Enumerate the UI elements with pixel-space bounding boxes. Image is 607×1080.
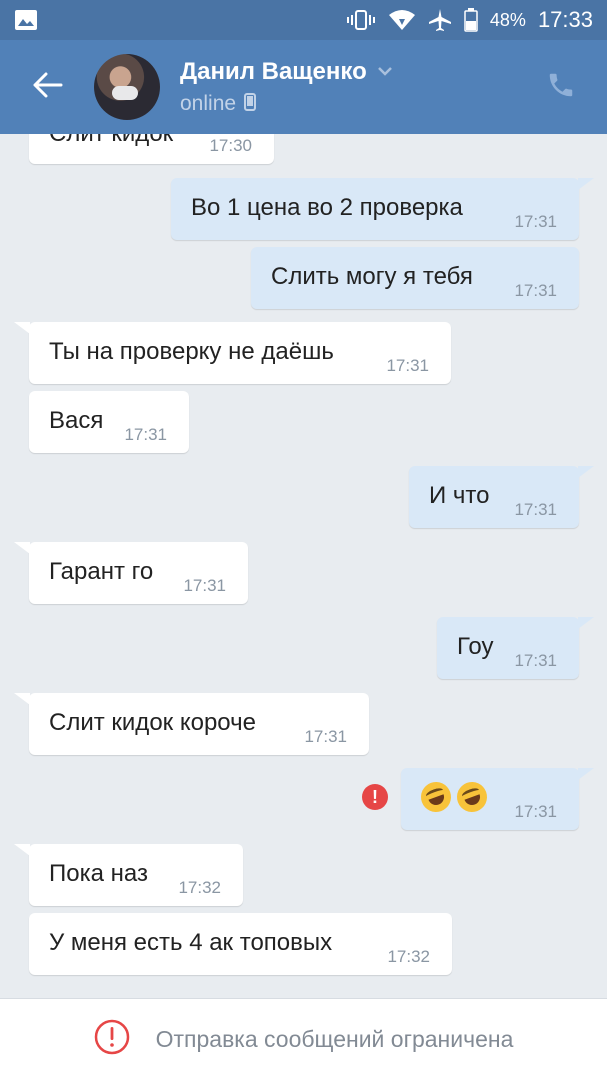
message-text: Слит кидок короче (49, 709, 256, 736)
message-emoji (416, 777, 493, 817)
send-error-icon[interactable]: ! (362, 784, 388, 810)
message-time: 17:31 (386, 356, 429, 375)
chat-header: Данил Ващенко online (0, 40, 607, 134)
battery-level: 48% (489, 9, 526, 30)
bubble-tail (14, 542, 30, 554)
message-outgoing[interactable]: И что 17:31 (409, 466, 579, 528)
clock: 17:33 (537, 7, 593, 32)
message-incoming[interactable]: У меня есть 4 ак топовых 17:32 (29, 913, 452, 975)
message-text: Гоу (457, 633, 494, 660)
message-time: 17:31 (514, 500, 557, 519)
message-incoming[interactable]: Гарант го 17:31 (29, 542, 248, 604)
alert-circle-icon (94, 1019, 130, 1060)
message-outgoing[interactable]: Слить могу я тебя 17:31 (251, 247, 579, 309)
message-time: 17:31 (514, 802, 557, 821)
message-incoming[interactable]: Слит кидок 17:30 (29, 134, 274, 164)
message-incoming[interactable]: Слит кидок короче 17:31 (29, 693, 369, 755)
call-button[interactable] (515, 40, 607, 134)
message-text: Слит кидок (49, 134, 173, 146)
bubble-tail (14, 844, 30, 856)
chevron-down-icon (377, 63, 393, 81)
status-bar: 48% 17:33 (0, 0, 607, 40)
contact-name: Данил Ващенко (180, 58, 367, 85)
message-incoming[interactable]: Ты на проверку не даёшь 17:31 (29, 322, 451, 384)
bubble-tail (578, 466, 594, 478)
bubble-tail (578, 768, 594, 780)
rofl-emoji (416, 777, 456, 817)
message-time: 17:31 (304, 727, 347, 746)
battery-icon (464, 8, 478, 32)
message-time: 17:31 (183, 576, 226, 595)
contact-info[interactable]: Данил Ващенко online (180, 58, 393, 116)
mobile-icon (244, 92, 257, 116)
bubble-tail (578, 178, 594, 190)
message-time: 17:31 (514, 651, 557, 670)
message-outgoing[interactable]: Во 1 цена во 2 проверка 17:31 (171, 178, 579, 240)
bubble-tail (578, 617, 594, 629)
message-text: Слить могу я тебя (271, 263, 473, 290)
message-outgoing[interactable]: Гоу 17:31 (437, 617, 579, 679)
message-time: 17:32 (178, 878, 221, 897)
vibrate-icon (346, 9, 376, 31)
message-time: 17:31 (514, 281, 557, 300)
message-time: 17:31 (514, 212, 557, 231)
contact-status: online (180, 92, 237, 115)
messaging-restricted-bar: Отправка сообщений ограничена (0, 998, 607, 1080)
message-time: 17:31 (124, 425, 167, 444)
message-text: Пока наз (49, 860, 148, 887)
message-outgoing[interactable]: 17:31 (401, 768, 579, 830)
message-text: Гарант го (49, 558, 154, 585)
phone-icon (546, 70, 576, 105)
message-text: Вася (49, 407, 104, 434)
message-incoming[interactable]: Пока наз 17:32 (29, 844, 243, 906)
message-text: У меня есть 4 ак топовых (49, 929, 333, 956)
back-button[interactable] (0, 40, 96, 134)
image-icon (14, 9, 38, 31)
message-time: 17:32 (387, 947, 430, 966)
message-text: Ты на проверку не даёшь (49, 338, 334, 365)
wifi-icon (388, 9, 416, 31)
bubble-tail (14, 693, 30, 705)
airplane-icon (428, 8, 452, 32)
message-time: 17:30 (209, 136, 252, 155)
message-text: Во 1 цена во 2 проверка (191, 194, 463, 221)
restriction-message: Отправка сообщений ограничена (155, 1026, 514, 1052)
bubble-tail (14, 322, 30, 334)
back-arrow-icon (33, 72, 63, 103)
message-text: И что (429, 482, 490, 509)
avatar[interactable] (94, 54, 160, 120)
rofl-emoji (452, 777, 492, 817)
message-list[interactable]: Слит кидок 17:30 Во 1 цена во 2 проверка… (0, 134, 607, 998)
message-incoming[interactable]: Вася 17:31 (29, 391, 189, 453)
